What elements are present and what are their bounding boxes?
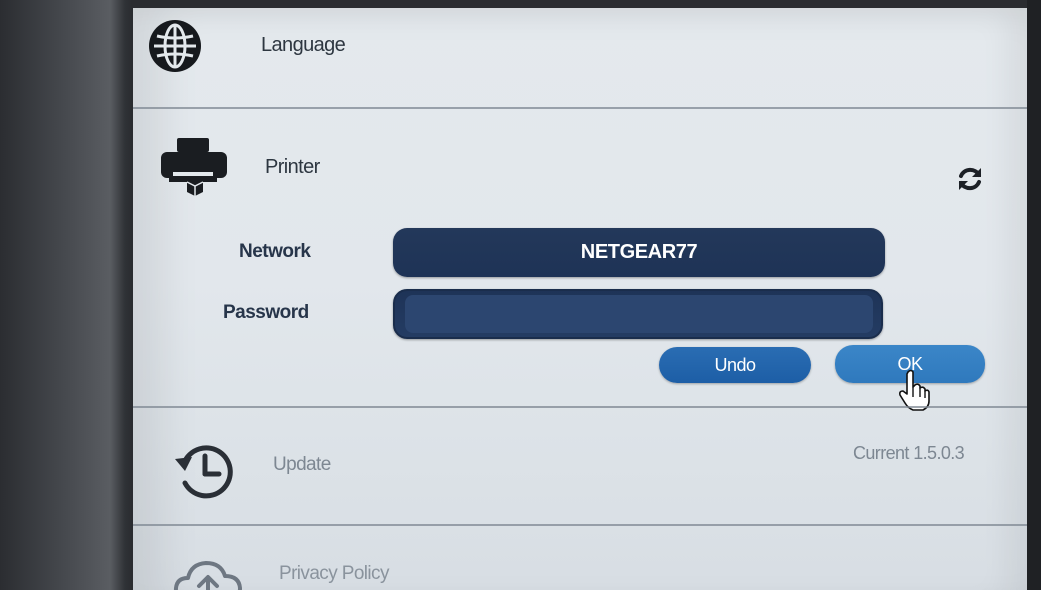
version-text: Current 1.5.0.3 [853,443,965,463]
language-label: Language [261,34,346,56]
network-label: Network [239,241,311,262]
password-field[interactable] [393,289,883,339]
screen: Language Printer Network NETGEAR77 Passw… [0,0,1041,590]
globe-icon [147,18,203,79]
password-label: Password [223,302,309,323]
printer-icon [159,136,229,205]
printer-label: Printer [265,156,320,178]
hand-cursor-icon [898,369,932,416]
clock-history-icon [171,441,241,504]
network-field[interactable]: NETGEAR77 [393,228,885,277]
divider [133,524,1028,526]
settings-panel: Language Printer Network NETGEAR77 Passw… [133,8,1028,590]
cloud-upload-icon [173,554,243,590]
update-label: Update [273,454,331,475]
undo-button[interactable]: Undo [659,347,811,383]
privacy-policy-label: Privacy Policy [279,563,389,584]
refresh-icon[interactable] [955,164,985,199]
screen-bezel [1027,0,1041,590]
password-input[interactable] [405,295,873,333]
divider [133,406,1028,408]
divider [133,107,1028,109]
